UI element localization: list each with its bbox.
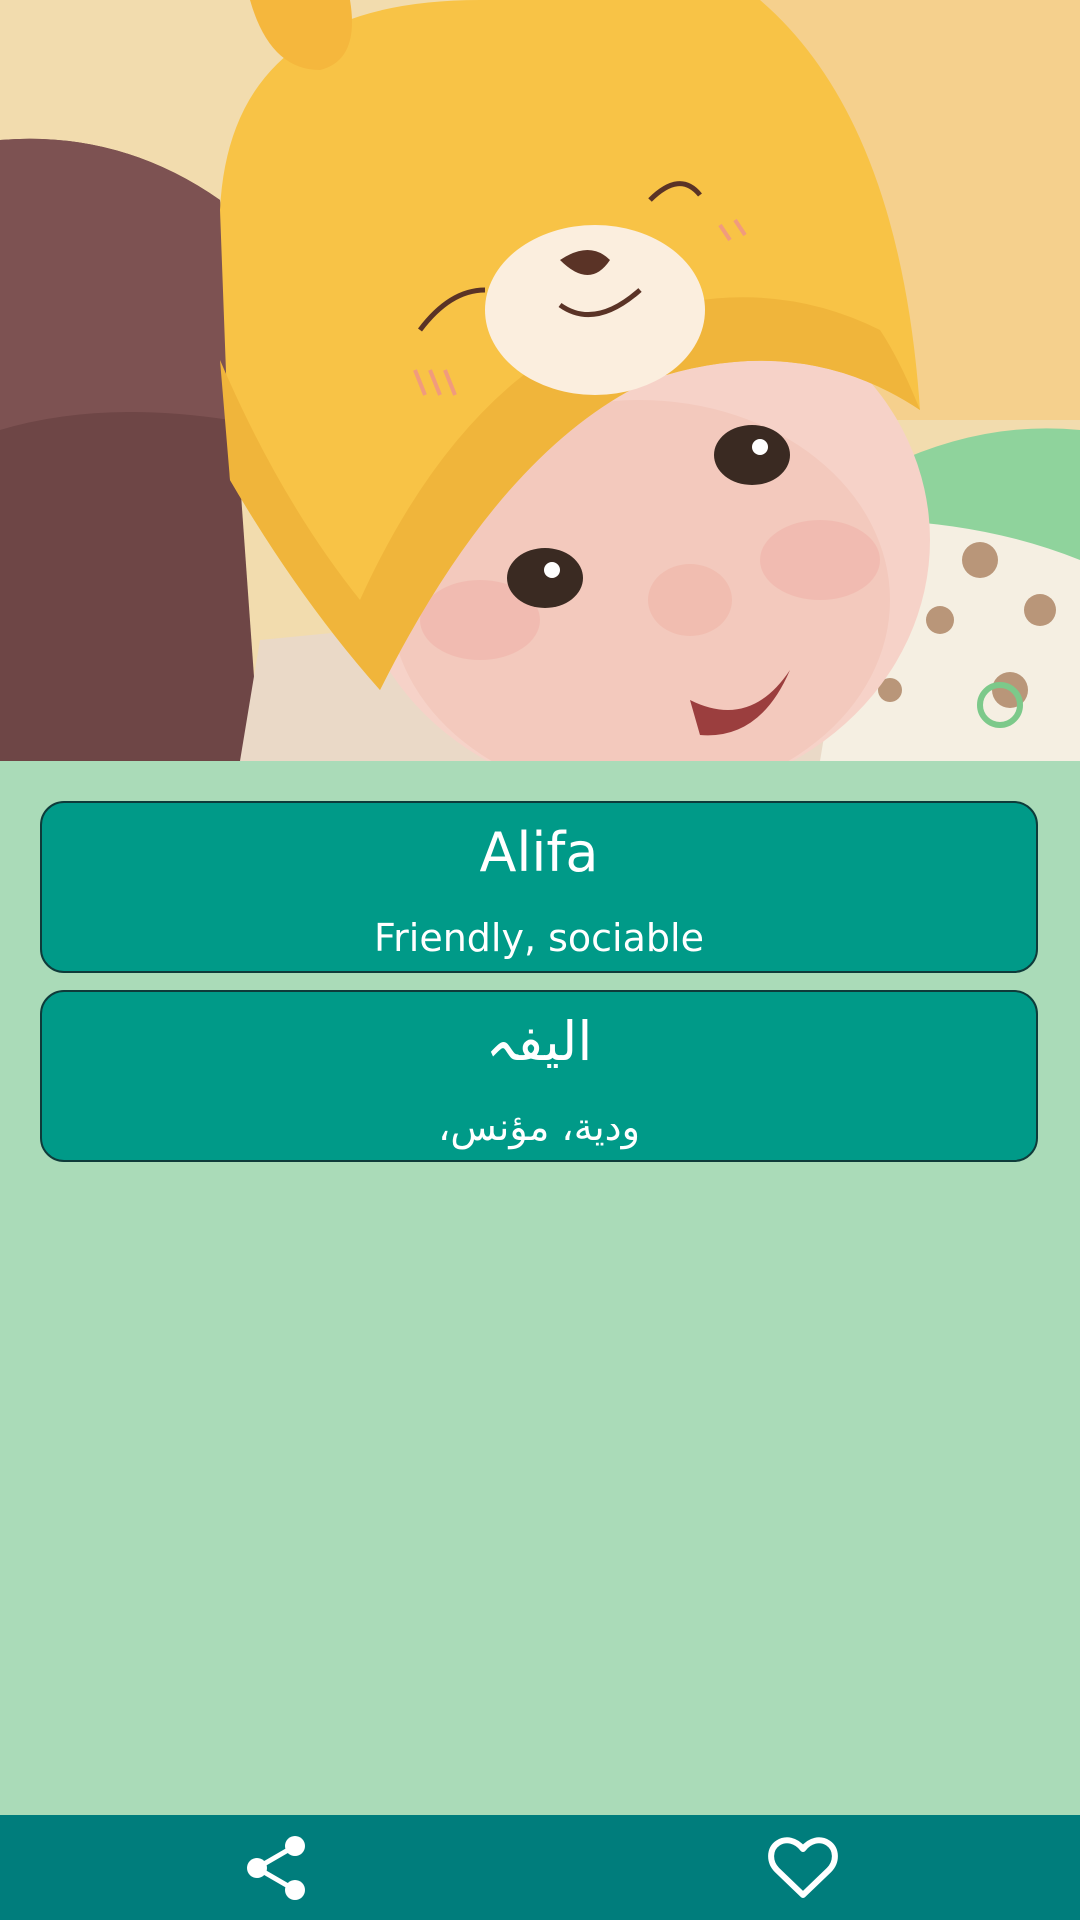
name-title: Alifa [479,821,599,884]
favorite-button[interactable] [703,1815,903,1920]
baby-photo [0,0,1080,761]
name-meaning-arabic: ودية، مؤنس، [438,1105,640,1149]
baby-photo-illustration [0,0,1080,761]
name-meaning: Friendly, sociable [374,916,704,960]
name-title-arabic: اليفہ [485,1010,593,1073]
name-card-english: Alifa Friendly, sociable [40,801,1038,973]
heart-outline-icon [768,1836,838,1898]
share-icon [247,1835,305,1900]
bottom-action-bar [0,1815,1080,1920]
name-card-arabic: اليفہ ودية، مؤنس، [40,990,1038,1162]
share-button[interactable] [177,1815,377,1920]
